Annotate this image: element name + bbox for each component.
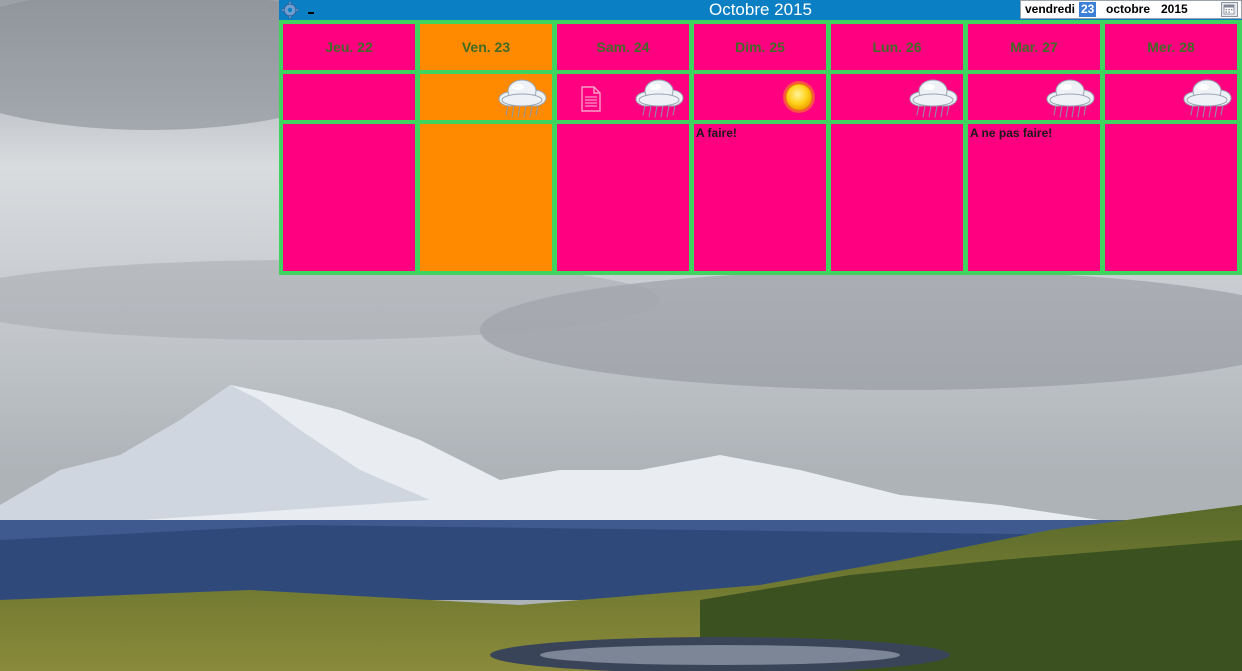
day-notes-cell[interactable] <box>557 124 689 271</box>
day-label: Dim. 25 <box>735 39 785 55</box>
day-notes-cell[interactable] <box>831 124 963 271</box>
day-notes-cell[interactable] <box>1105 124 1237 271</box>
day-note: A faire! <box>696 126 737 140</box>
day-header-cell[interactable]: Mer. 28 <box>1105 24 1237 70</box>
day-header-cell[interactable]: Lun. 26 <box>831 24 963 70</box>
day-notes-cell[interactable]: A faire! <box>694 124 826 271</box>
gear-icon[interactable] <box>281 1 299 19</box>
rain-cloud-icon <box>909 79 958 118</box>
day-header-cell[interactable]: Jeu. 22 <box>283 24 415 70</box>
weather-cell[interactable] <box>831 74 963 120</box>
date-picker[interactable]: vendredi 23 octobre 2015 <box>1020 0 1242 19</box>
weather-cell[interactable] <box>968 74 1100 120</box>
day-label: Jeu. 22 <box>325 39 373 55</box>
day-notes-cell[interactable]: A ne pas faire! <box>968 124 1100 271</box>
rain-cloud-icon <box>1183 79 1232 118</box>
day-header-cell[interactable]: Sam. 24 <box>557 24 689 70</box>
day-note: A ne pas faire! <box>970 126 1053 140</box>
weather-cell[interactable] <box>1105 74 1237 120</box>
weather-cell[interactable] <box>557 74 689 120</box>
day-label: Sam. 24 <box>596 39 650 55</box>
date-picker-day[interactable]: 23 <box>1079 2 1097 17</box>
day-notes-cell[interactable] <box>283 124 415 271</box>
day-header-cell[interactable]: Ven. 23 <box>420 24 552 70</box>
calendar-titlebar: Octobre 2015 vendredi 23 octobre 2015 <box>279 0 1242 20</box>
weather-cell[interactable] <box>420 74 552 120</box>
date-picker-month[interactable]: octobre <box>1106 1 1150 18</box>
date-picker-weekday: vendredi <box>1025 2 1076 16</box>
weather-cell[interactable] <box>283 74 415 120</box>
rain-cloud-icon <box>1046 79 1095 118</box>
day-label: Lun. 26 <box>872 39 922 55</box>
calendar-widget: Octobre 2015 vendredi 23 octobre 2015 Je… <box>279 0 1242 275</box>
sun-icon <box>783 81 815 113</box>
minimize-button[interactable] <box>308 12 314 14</box>
rain-cloud-icon <box>635 79 684 118</box>
rain-cloud-icon <box>498 79 547 118</box>
day-header-cell[interactable]: Mar. 27 <box>968 24 1100 70</box>
day-notes-cell[interactable] <box>420 124 552 271</box>
weather-cell[interactable] <box>694 74 826 120</box>
document-icon[interactable] <box>581 86 601 112</box>
week-grid: Jeu. 22 Ven. 23 Sam. 24 Dim. 25 A faire! Lun.… <box>279 20 1242 275</box>
day-label: Mer. 28 <box>1147 39 1195 55</box>
day-label: Ven. 23 <box>461 39 511 55</box>
day-header-cell[interactable]: Dim. 25 <box>694 24 826 70</box>
date-picker-year[interactable]: 2015 <box>1161 1 1188 18</box>
day-label: Mar. 27 <box>1010 39 1058 55</box>
calendar-dropdown-icon[interactable] <box>1221 2 1238 17</box>
